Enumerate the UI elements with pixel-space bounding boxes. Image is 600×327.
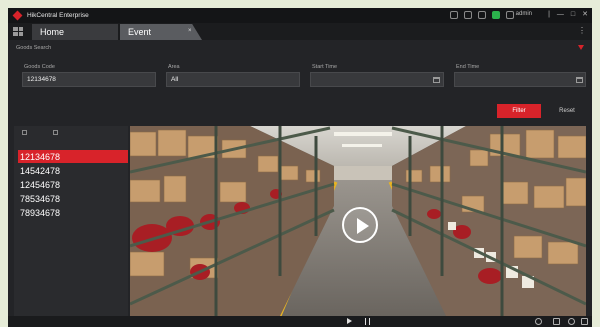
capture-icon[interactable] [535, 318, 542, 325]
fullscreen-icon[interactable] [581, 318, 588, 325]
goods-code-text: 78534678 [20, 193, 61, 204]
hikvision-logo-icon [12, 10, 23, 21]
help-icon[interactable] [478, 11, 486, 19]
list-item[interactable]: 14542478 [18, 164, 128, 177]
end-time-input[interactable] [454, 72, 586, 87]
goods-code-text: 14542478 [20, 165, 61, 176]
grid-icon[interactable] [13, 27, 23, 36]
list-item[interactable]: 78534678 [18, 192, 128, 205]
app-title: HikCentral Enterprise [27, 12, 89, 19]
calendar-icon[interactable] [576, 77, 583, 83]
more-options-icon[interactable]: ⋮ [578, 26, 586, 35]
result-panel: 12134678 14542478 12454678 78534678 7893… [14, 126, 128, 327]
tab-home[interactable]: Home [32, 24, 118, 40]
record-icon[interactable] [553, 318, 560, 325]
goods-code-text: 78934678 [20, 207, 61, 218]
filter-funnel-icon[interactable] [578, 45, 584, 50]
area-value: All [171, 76, 179, 83]
pause-icon[interactable] [365, 318, 370, 325]
user-name[interactable]: admin [516, 11, 532, 17]
goods-code-label: Goods Code [24, 64, 55, 70]
tab-home-label: Home [40, 27, 65, 37]
goods-code-value: 12134678 [27, 76, 56, 83]
end-time-label: End Time [456, 64, 480, 70]
area-label: Area [168, 64, 180, 70]
list-item[interactable]: 78934678 [18, 206, 128, 219]
video-player[interactable] [130, 126, 586, 316]
volume-icon[interactable] [568, 318, 575, 325]
tab-bar: Home Event × ⋮ [8, 23, 592, 40]
list-item[interactable]: 12454678 [18, 178, 128, 191]
message-icon[interactable] [450, 11, 458, 19]
select-all-checkbox[interactable] [22, 130, 27, 135]
playback-controls [8, 316, 592, 327]
window-controls: | — □ ✕ [548, 11, 588, 19]
play-overlay-button[interactable] [342, 207, 378, 243]
window-separator: | [548, 11, 550, 18]
tab-event-label: Event [128, 27, 152, 37]
title-bar: HikCentral Enterprise admin | — □ ✕ [8, 8, 592, 23]
start-time-input[interactable] [310, 72, 444, 87]
tab-close-icon[interactable]: × [188, 28, 192, 34]
online-status-icon[interactable] [492, 11, 500, 19]
goods-code-input[interactable]: 12134678 [22, 72, 156, 87]
app-window: HikCentral Enterprise admin | — □ ✕ Home… [8, 8, 592, 327]
settings-icon[interactable] [464, 11, 472, 19]
maximize-button[interactable]: □ [571, 11, 575, 19]
reset-button[interactable]: Reset [548, 104, 586, 118]
goods-code-text: 12454678 [20, 179, 61, 190]
section-label: Goods Search [16, 45, 52, 51]
close-button[interactable]: ✕ [582, 11, 588, 19]
export-icon[interactable] [53, 130, 58, 135]
goods-code-text: 12134678 [20, 151, 61, 162]
start-time-label: Start Time [312, 64, 338, 70]
minimize-button[interactable]: — [557, 11, 564, 19]
filter-button[interactable]: Filter [497, 104, 541, 118]
list-item[interactable]: 12134678 [18, 150, 128, 163]
notification-icon[interactable] [506, 11, 514, 19]
area-select[interactable]: All [166, 72, 300, 87]
play-icon[interactable] [347, 318, 352, 324]
calendar-icon[interactable] [433, 77, 440, 83]
toolbar-icons [450, 11, 514, 19]
result-toolbar [14, 126, 128, 139]
